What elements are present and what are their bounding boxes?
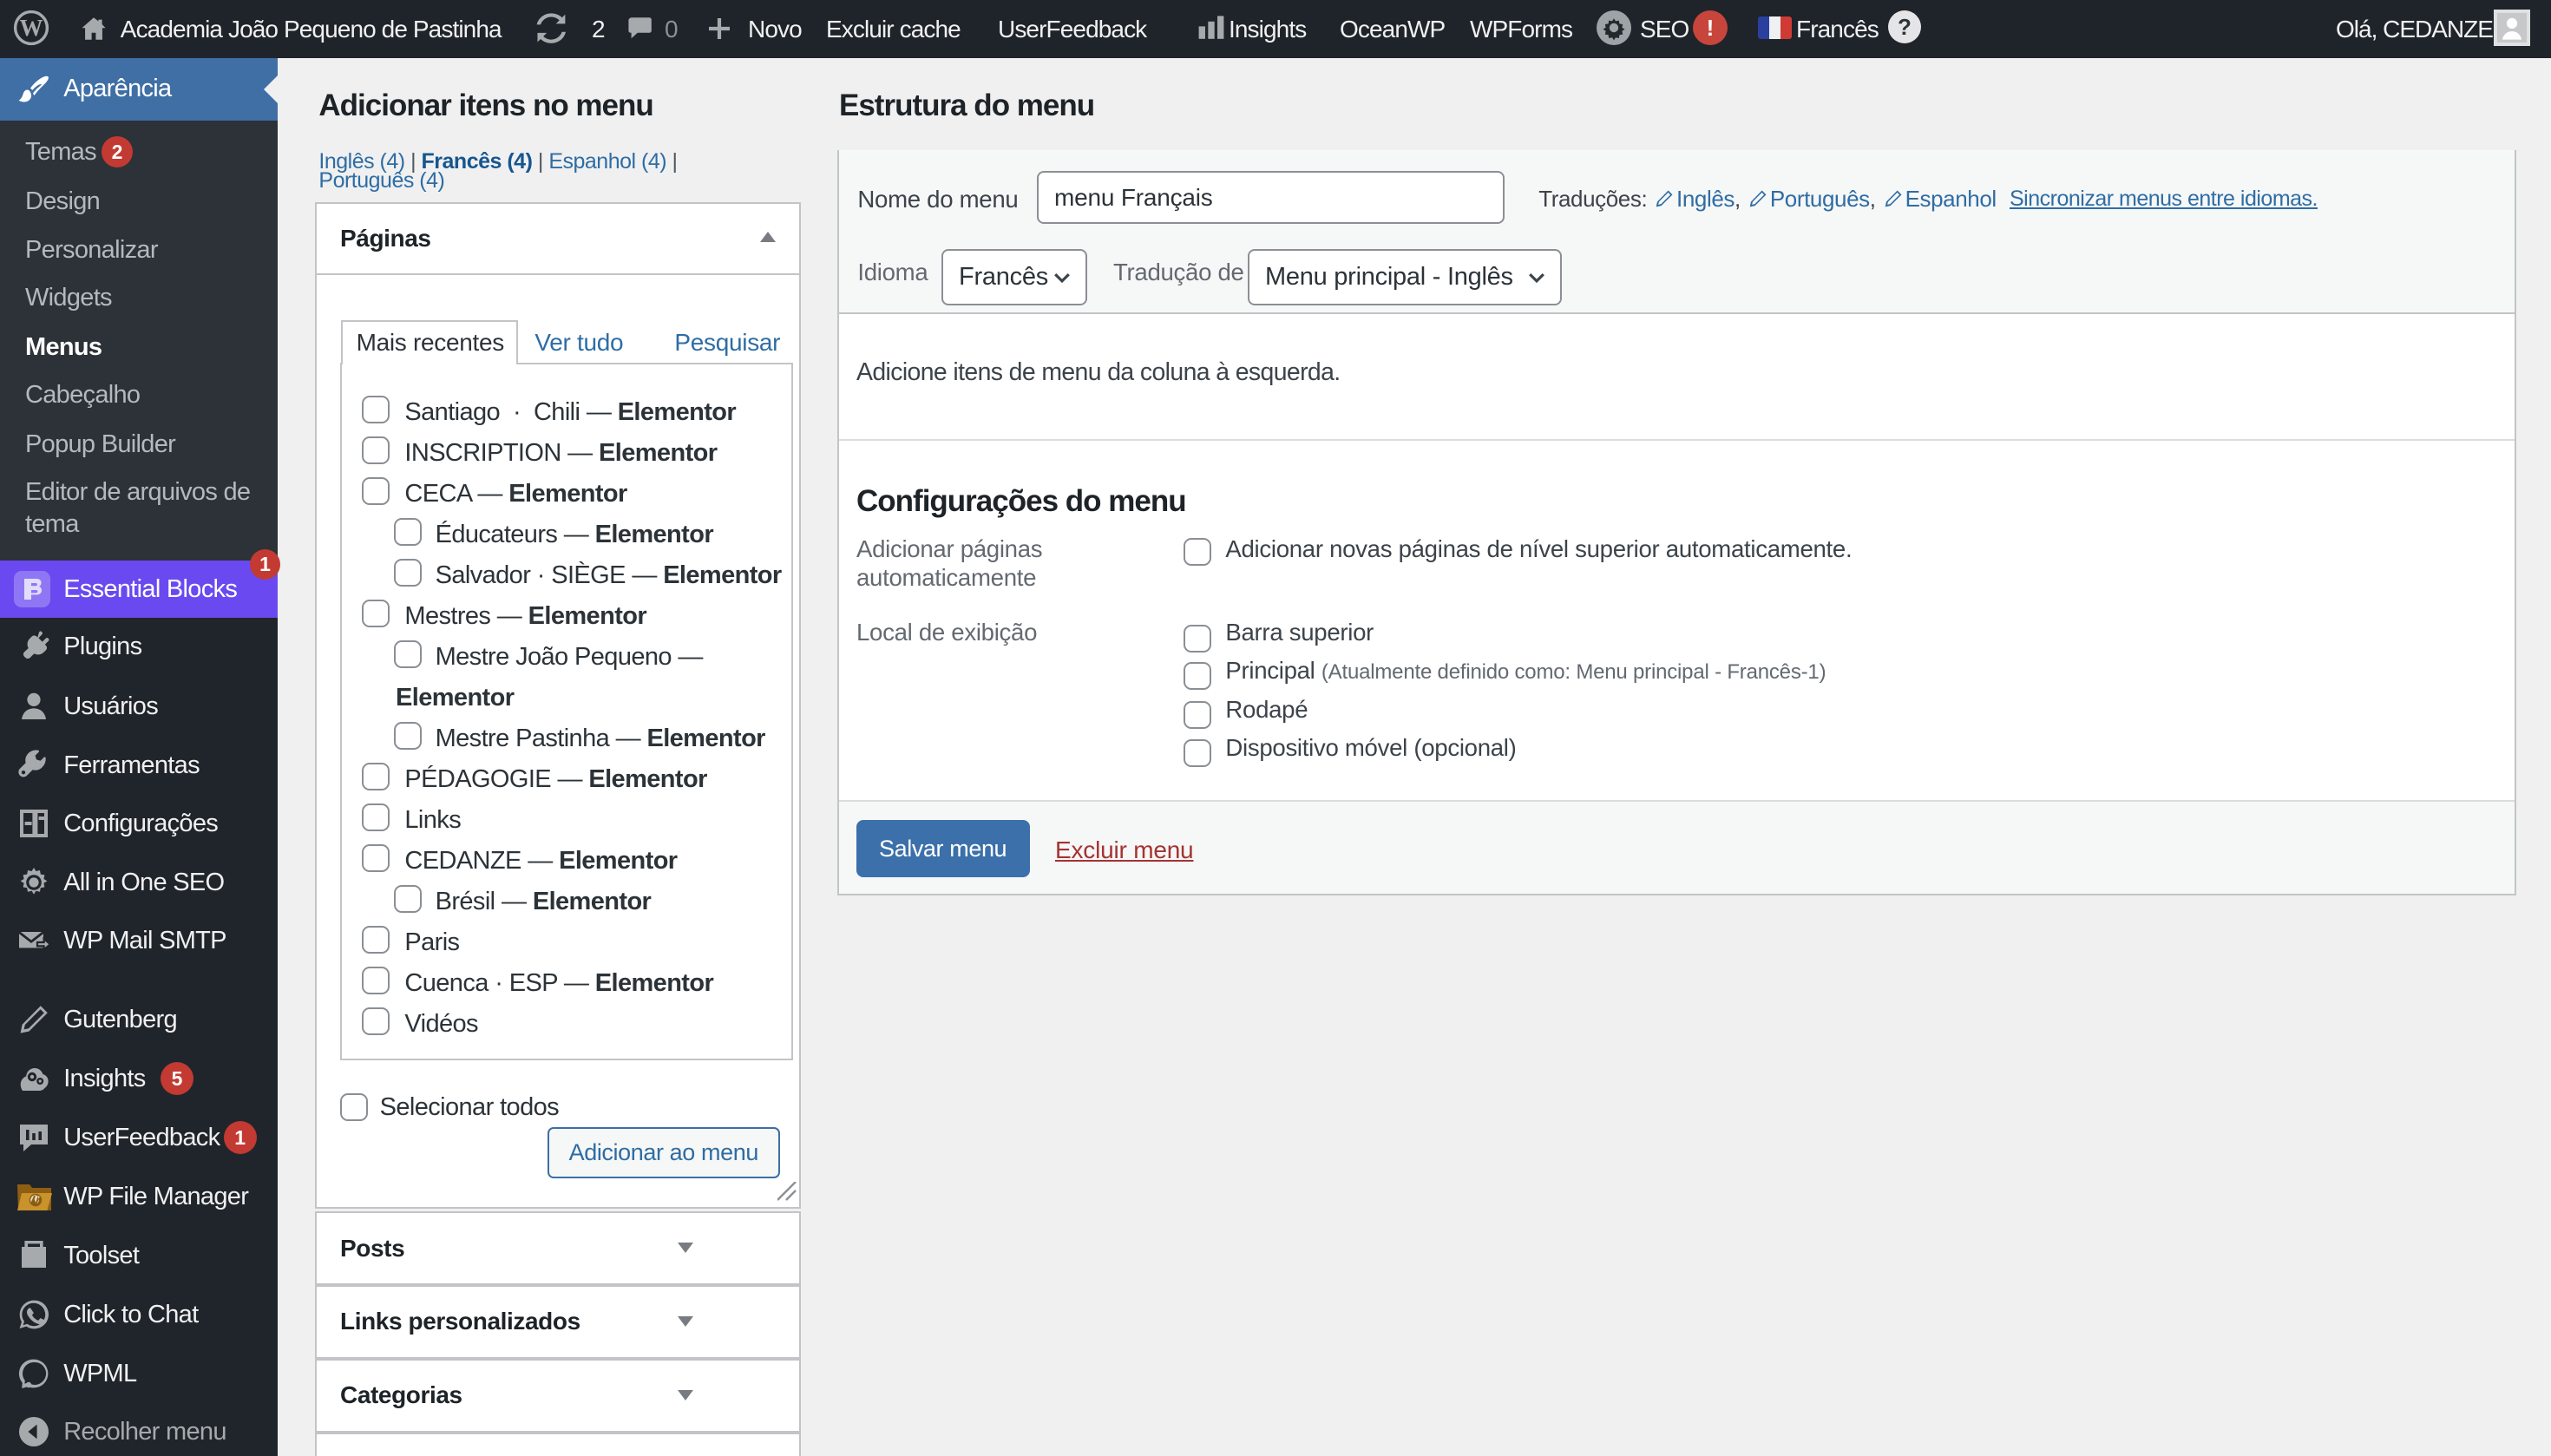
svg-text:W: W bbox=[20, 15, 43, 41]
